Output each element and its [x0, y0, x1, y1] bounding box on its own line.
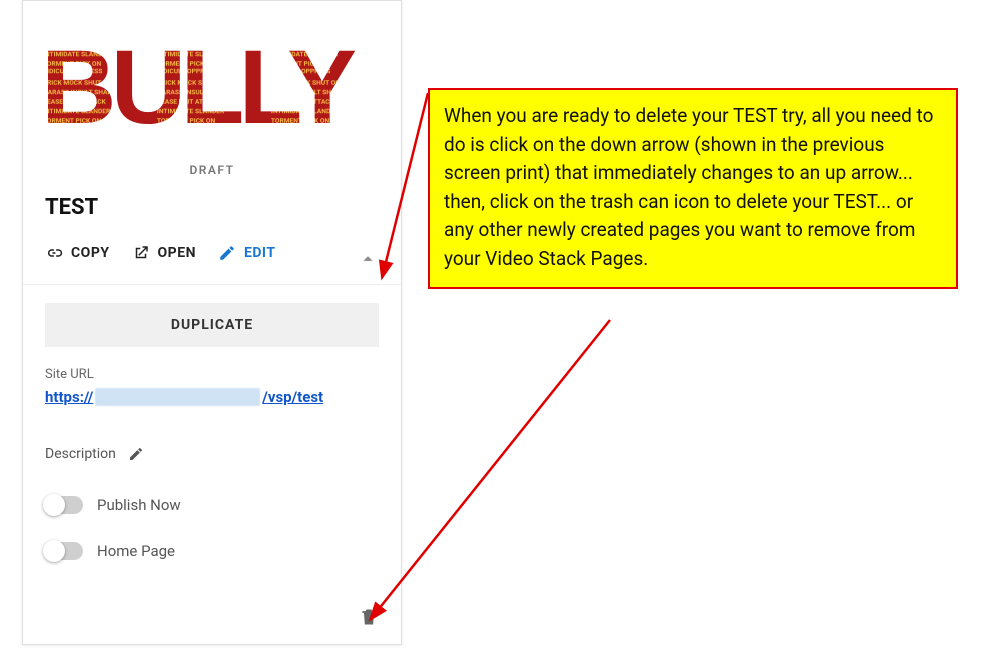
edit-description-icon[interactable] [128, 446, 144, 462]
copy-label: COPY [71, 245, 110, 261]
toggles-section: Publish Now Home Page [23, 480, 401, 584]
trash-icon[interactable] [359, 606, 379, 628]
site-url-section: Site URL https:// /vsp/test [23, 365, 401, 426]
chevron-up-icon [357, 248, 379, 270]
annotation-callout: When you are ready to delete your TEST t… [428, 88, 958, 289]
actions-row: COPY OPEN EDIT [23, 220, 401, 285]
open-external-icon [132, 244, 150, 262]
site-url-link[interactable]: https:// /vsp/test [45, 388, 379, 416]
trash-row [23, 584, 401, 644]
copy-button[interactable]: COPY [45, 244, 110, 262]
description-label: Description [45, 446, 116, 462]
bully-word-art: TRICK MOCK SHUT OUT HARASS INSULT SHAME … [41, 15, 383, 145]
pencil-icon [218, 244, 236, 262]
link-icon [45, 244, 63, 262]
page-card: TRICK MOCK SHUT OUT HARASS INSULT SHAME … [22, 0, 402, 645]
home-page-label: Home Page [97, 542, 175, 560]
description-section: Description [23, 426, 401, 480]
url-redacted [95, 388, 260, 406]
duplicate-button[interactable]: DUPLICATE [45, 303, 379, 347]
edit-label: EDIT [244, 245, 276, 261]
publish-now-label: Publish Now [97, 496, 181, 514]
url-suffix: /vsp/test [262, 388, 323, 406]
open-button[interactable]: OPEN [132, 244, 196, 262]
status-badge: DRAFT [23, 149, 401, 187]
url-prefix: https:// [45, 388, 93, 406]
home-page-toggle[interactable] [45, 542, 83, 560]
publish-now-toggle[interactable] [45, 496, 83, 514]
callout-text: When you are ready to delete your TEST t… [444, 104, 933, 270]
site-url-label: Site URL [45, 367, 379, 388]
open-label: OPEN [158, 245, 196, 261]
svg-text:BULLY: BULLY [41, 29, 356, 145]
page-title: TEST [23, 187, 401, 220]
edit-button[interactable]: EDIT [218, 244, 276, 262]
hero-image: TRICK MOCK SHUT OUT HARASS INSULT SHAME … [23, 1, 401, 149]
collapse-toggle[interactable] [357, 248, 379, 270]
